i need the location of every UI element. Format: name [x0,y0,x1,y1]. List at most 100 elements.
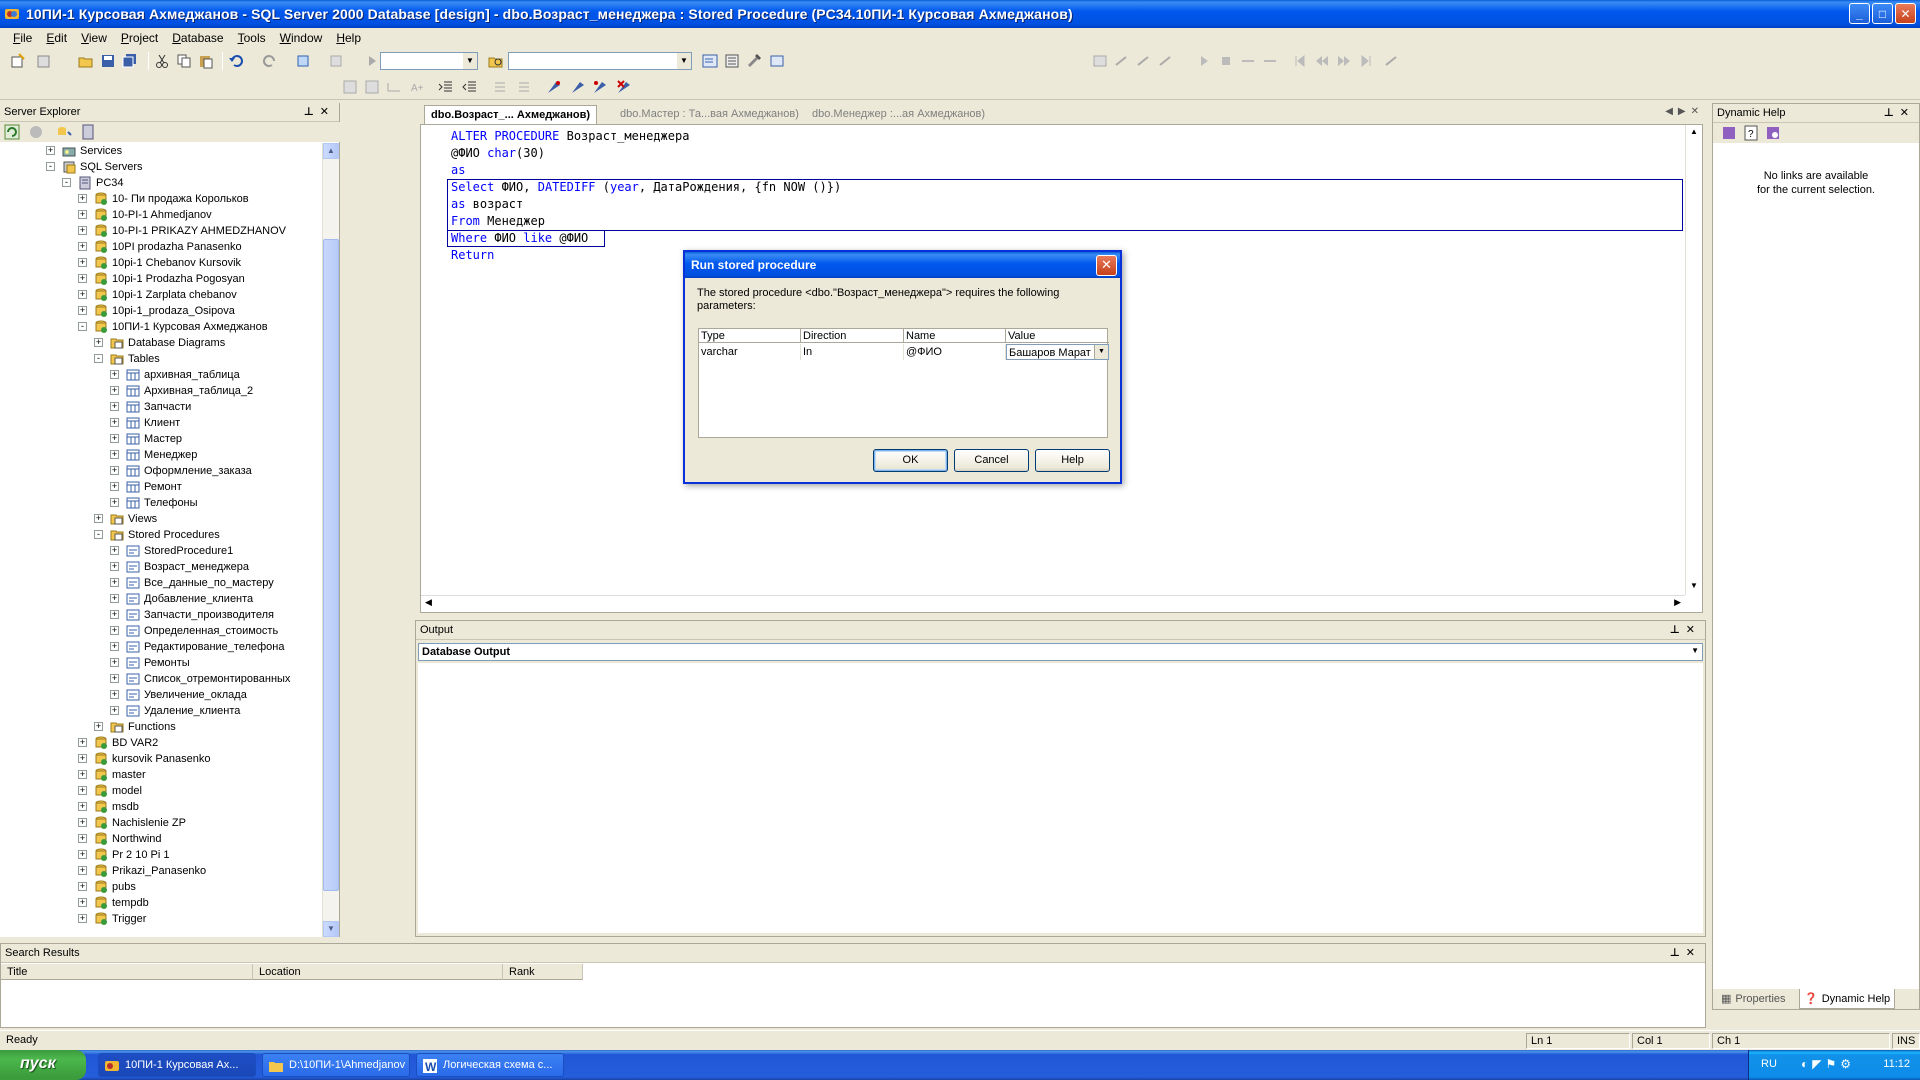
debug-icon-1[interactable] [1092,53,1108,69]
tree-item[interactable]: + Nachislenie ZP [0,815,322,831]
column-header-rank[interactable]: Rank [503,964,583,980]
tree-item[interactable]: + Views [0,511,322,527]
breakpoint-icon-3[interactable] [592,79,608,95]
new-project-icon[interactable] [10,53,26,69]
hscroll-left[interactable]: ◀ [425,597,432,608]
expand-icon[interactable]: + [110,642,119,651]
tree-item[interactable]: +10- Пи продажа Корольков [0,191,322,207]
navigate-forward-icon[interactable] [328,53,344,69]
stop-icon[interactable] [1218,53,1234,69]
breakpoint-icon-2[interactable] [570,79,586,95]
comment-icon[interactable] [492,79,508,95]
column-header-value[interactable]: Value [1006,329,1109,343]
expand-icon[interactable]: + [78,290,87,299]
tree-item[interactable]: + Pr 2 10 Pi 1 [0,847,322,863]
language-indicator[interactable]: RU [1761,1058,1777,1070]
solution-explorer-icon[interactable] [702,53,718,69]
ok-button[interactable]: OK [873,449,948,472]
copy-icon[interactable] [176,53,192,69]
taskbar-item-vs[interactable]: 10ПИ-1 Курсовая Ах... [98,1053,256,1077]
tree-item[interactable]: + Список_отремонтированных [0,671,322,687]
menu-help[interactable]: Help [329,31,368,45]
save-icon[interactable] [100,53,116,69]
tree-item[interactable]: + Database Diagrams [0,335,322,351]
open-file-icon[interactable] [78,53,94,69]
menu-window[interactable]: Window [273,31,330,45]
tree-item[interactable]: + Клиент [0,415,322,431]
expand-icon[interactable]: + [78,834,87,843]
other-windows-icon[interactable] [770,53,786,69]
expand-icon[interactable]: + [78,242,87,251]
close-panel-icon[interactable]: ✕ [1900,107,1915,119]
tree-item[interactable]: + Определенная_стоимость [0,623,322,639]
query-icon-1[interactable] [342,79,358,95]
pin-icon[interactable]: ⊥ [1670,947,1686,959]
expand-icon[interactable]: + [94,722,103,731]
tree-item[interactable]: + Архивная_таблица_2 [0,383,322,399]
help-button[interactable]: Help [1035,449,1110,472]
tree-item[interactable]: + архивная_таблица [0,367,322,383]
tab-menedzher[interactable]: dbo.Менеджер :...ая Ахмеджанов) [806,105,991,124]
collapse-icon[interactable]: - [94,530,103,539]
options-icon[interactable] [1384,53,1400,69]
tree-item[interactable]: + tempdb [0,895,322,911]
expand-icon[interactable]: + [110,690,119,699]
expand-icon[interactable]: + [110,546,119,555]
hscroll-right[interactable]: ▶ [1674,597,1681,608]
tab-dynamic-help[interactable]: ❓ Dynamic Help [1799,989,1896,1009]
cancel-button[interactable]: Cancel [954,449,1029,472]
expand-icon[interactable]: + [110,482,119,491]
tree-item[interactable]: - Stored Procedures [0,527,322,543]
tree-item[interactable]: +10pi-1 Zarplata chebanov [0,287,322,303]
help-index-icon[interactable]: ? [1743,125,1759,141]
expand-icon[interactable]: + [78,738,87,747]
undo-icon[interactable] [228,53,244,69]
step-icon-1[interactable] [1240,53,1256,69]
taskbar-item-folder[interactable]: D:\10ПИ-1\Ahmedjanov [262,1053,410,1077]
tree-item[interactable]: + Телефоны [0,495,322,511]
contents-icon[interactable] [1721,125,1737,141]
expand-icon[interactable]: + [110,674,119,683]
tree-item[interactable]: +10pi-1 Chebanov Kursovik [0,255,322,271]
tree-item[interactable]: + Ремонты [0,655,322,671]
scroll-thumb[interactable] [323,239,339,891]
tree-item[interactable]: + Functions [0,719,322,735]
expand-icon[interactable]: + [110,418,119,427]
collapse-icon[interactable]: - [94,354,103,363]
collapse-icon[interactable]: - [62,178,71,187]
tree-item[interactable]: + BD VAR2 [0,735,322,751]
maximize-button[interactable]: □ [1872,3,1893,24]
step-icon-2[interactable] [1262,53,1278,69]
menu-file[interactable]: File [6,31,39,45]
prev-icon[interactable] [1314,53,1330,69]
window-title-bar[interactable]: 10ПИ-1 Курсовая Ахмеджанов - SQL Server … [0,0,1920,28]
tree-item[interactable]: + Запчасти_производителя [0,607,322,623]
expand-icon[interactable]: + [46,146,55,155]
breakpoint-icon-4[interactable] [616,79,632,95]
debug-icon-2[interactable] [1114,53,1130,69]
expand-icon[interactable]: + [110,658,119,667]
output-text-area[interactable] [418,663,1703,933]
tree-item[interactable]: + Trigger [0,911,322,927]
dialog-close-button[interactable]: ✕ [1096,255,1117,276]
close-panel-icon[interactable]: ✕ [1686,947,1701,959]
tree-item[interactable]: + Менеджер [0,447,322,463]
expand-icon[interactable]: + [78,194,87,203]
pin-icon[interactable]: ⊥ [1670,624,1686,636]
expand-icon[interactable]: + [78,914,87,923]
expand-icon[interactable]: + [110,626,119,635]
menu-database[interactable]: Database [165,31,230,45]
column-header-direction[interactable]: Direction [801,329,904,343]
tree-item[interactable]: + Увеличение_оклада [0,687,322,703]
query-icon-2[interactable] [364,79,380,95]
pin-icon[interactable]: ⊥ [1884,107,1900,119]
navigate-backward-icon[interactable] [296,53,312,69]
start-icon[interactable] [364,53,380,69]
connect-database-icon[interactable] [56,124,72,140]
run-icon[interactable] [1196,53,1212,69]
tree-item[interactable]: +10pi-1 Prodazha Pogosyan [0,271,322,287]
editor-scroll-down[interactable]: ▼ [1686,579,1702,595]
tree-item[interactable]: + model [0,783,322,799]
tree-item[interactable]: + msdb [0,799,322,815]
tab-properties[interactable]: ▦ Properties [1721,992,1786,1005]
